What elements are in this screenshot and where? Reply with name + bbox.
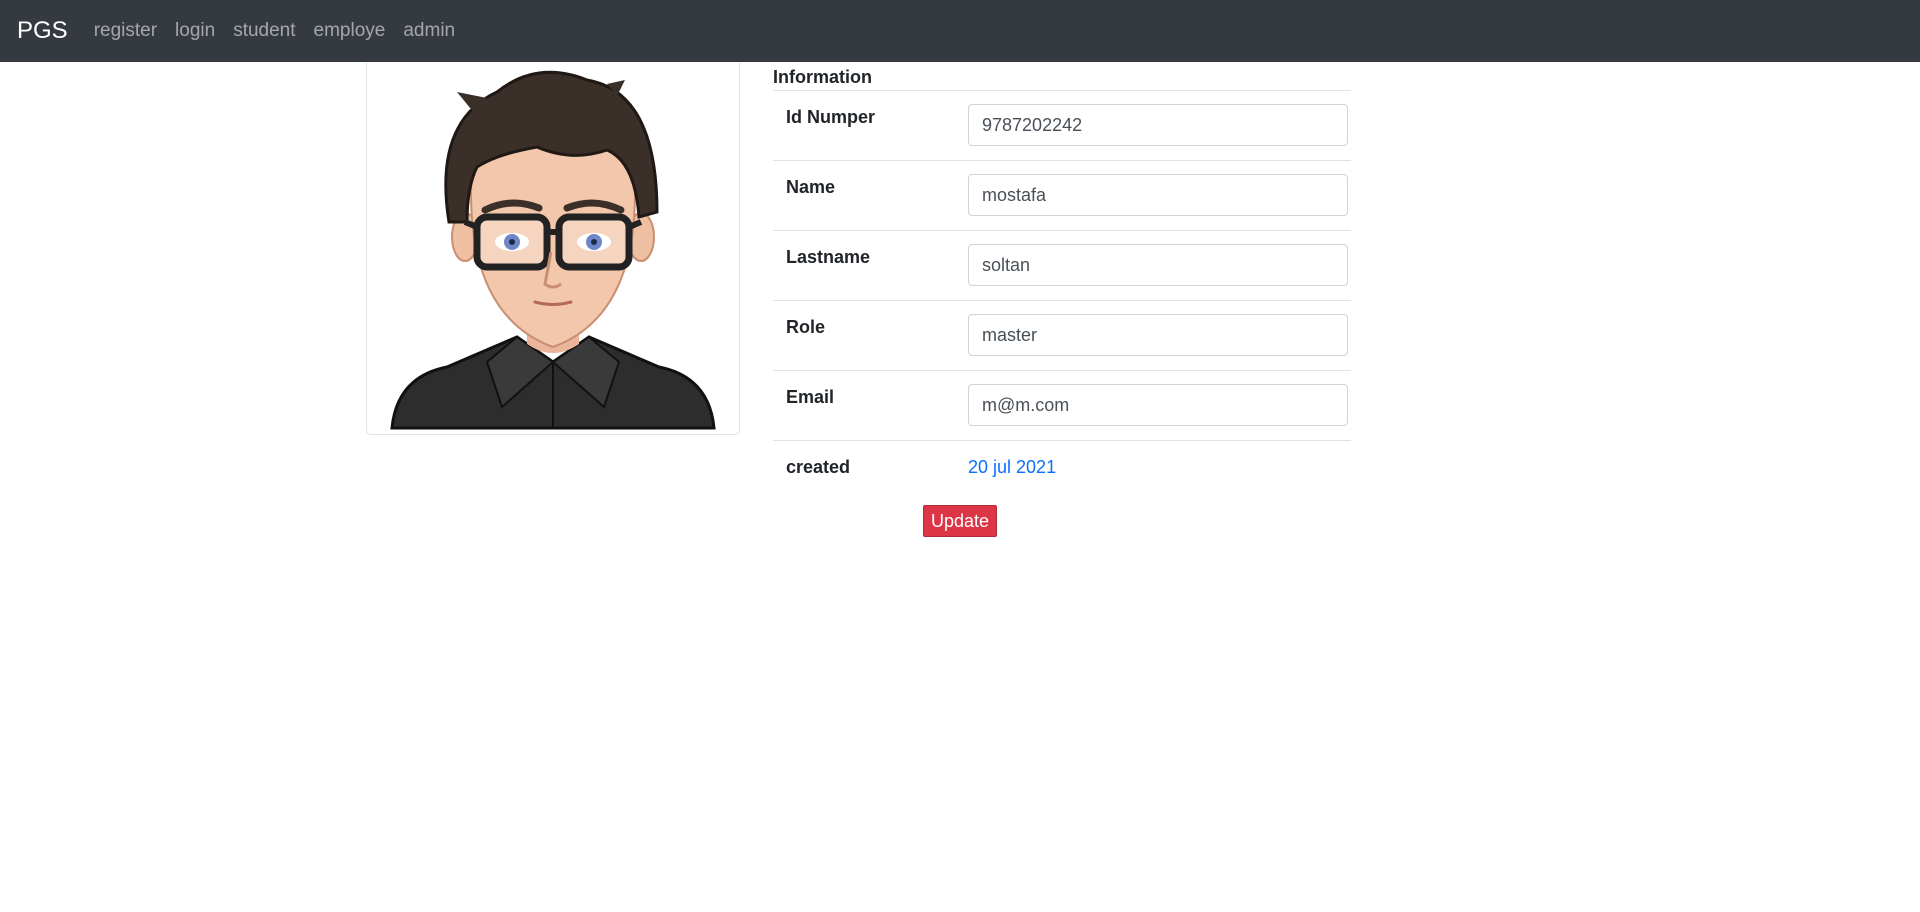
email-input[interactable]: [968, 384, 1348, 426]
update-button[interactable]: Update: [923, 505, 997, 537]
avatar-card: [366, 62, 740, 435]
information-panel: Information Id Numper Name Lastname Role…: [773, 62, 1351, 493]
role-input[interactable]: [968, 314, 1348, 356]
information-title: Information: [773, 62, 1351, 91]
id-number-row: Id Numper: [773, 91, 1351, 161]
created-row: created 20 jul 2021: [773, 441, 1351, 493]
top-navbar: PGS register login student employe admin: [0, 0, 1920, 62]
nav-link-login[interactable]: login: [175, 20, 215, 42]
created-label: created: [786, 457, 851, 477]
user-avatar-icon: [390, 70, 716, 430]
lastname-label: Lastname: [786, 247, 871, 267]
id-number-label: Id Numper: [786, 107, 876, 127]
nav-link-register[interactable]: register: [94, 20, 157, 42]
name-label: Name: [786, 177, 836, 197]
created-date: 20 jul 2021: [968, 457, 1057, 477]
name-row: Name: [773, 161, 1351, 231]
role-row: Role: [773, 301, 1351, 371]
lastname-input[interactable]: [968, 244, 1348, 286]
brand-link[interactable]: PGS: [17, 17, 68, 45]
name-input[interactable]: [968, 174, 1348, 216]
email-label: Email: [786, 387, 835, 407]
nav-link-employe[interactable]: employe: [314, 20, 386, 42]
lastname-row: Lastname: [773, 231, 1351, 301]
nav-link-admin[interactable]: admin: [403, 20, 455, 42]
nav-link-student[interactable]: student: [233, 20, 295, 42]
id-number-input[interactable]: [968, 104, 1348, 146]
email-row: Email: [773, 371, 1351, 441]
role-label: Role: [786, 317, 826, 337]
